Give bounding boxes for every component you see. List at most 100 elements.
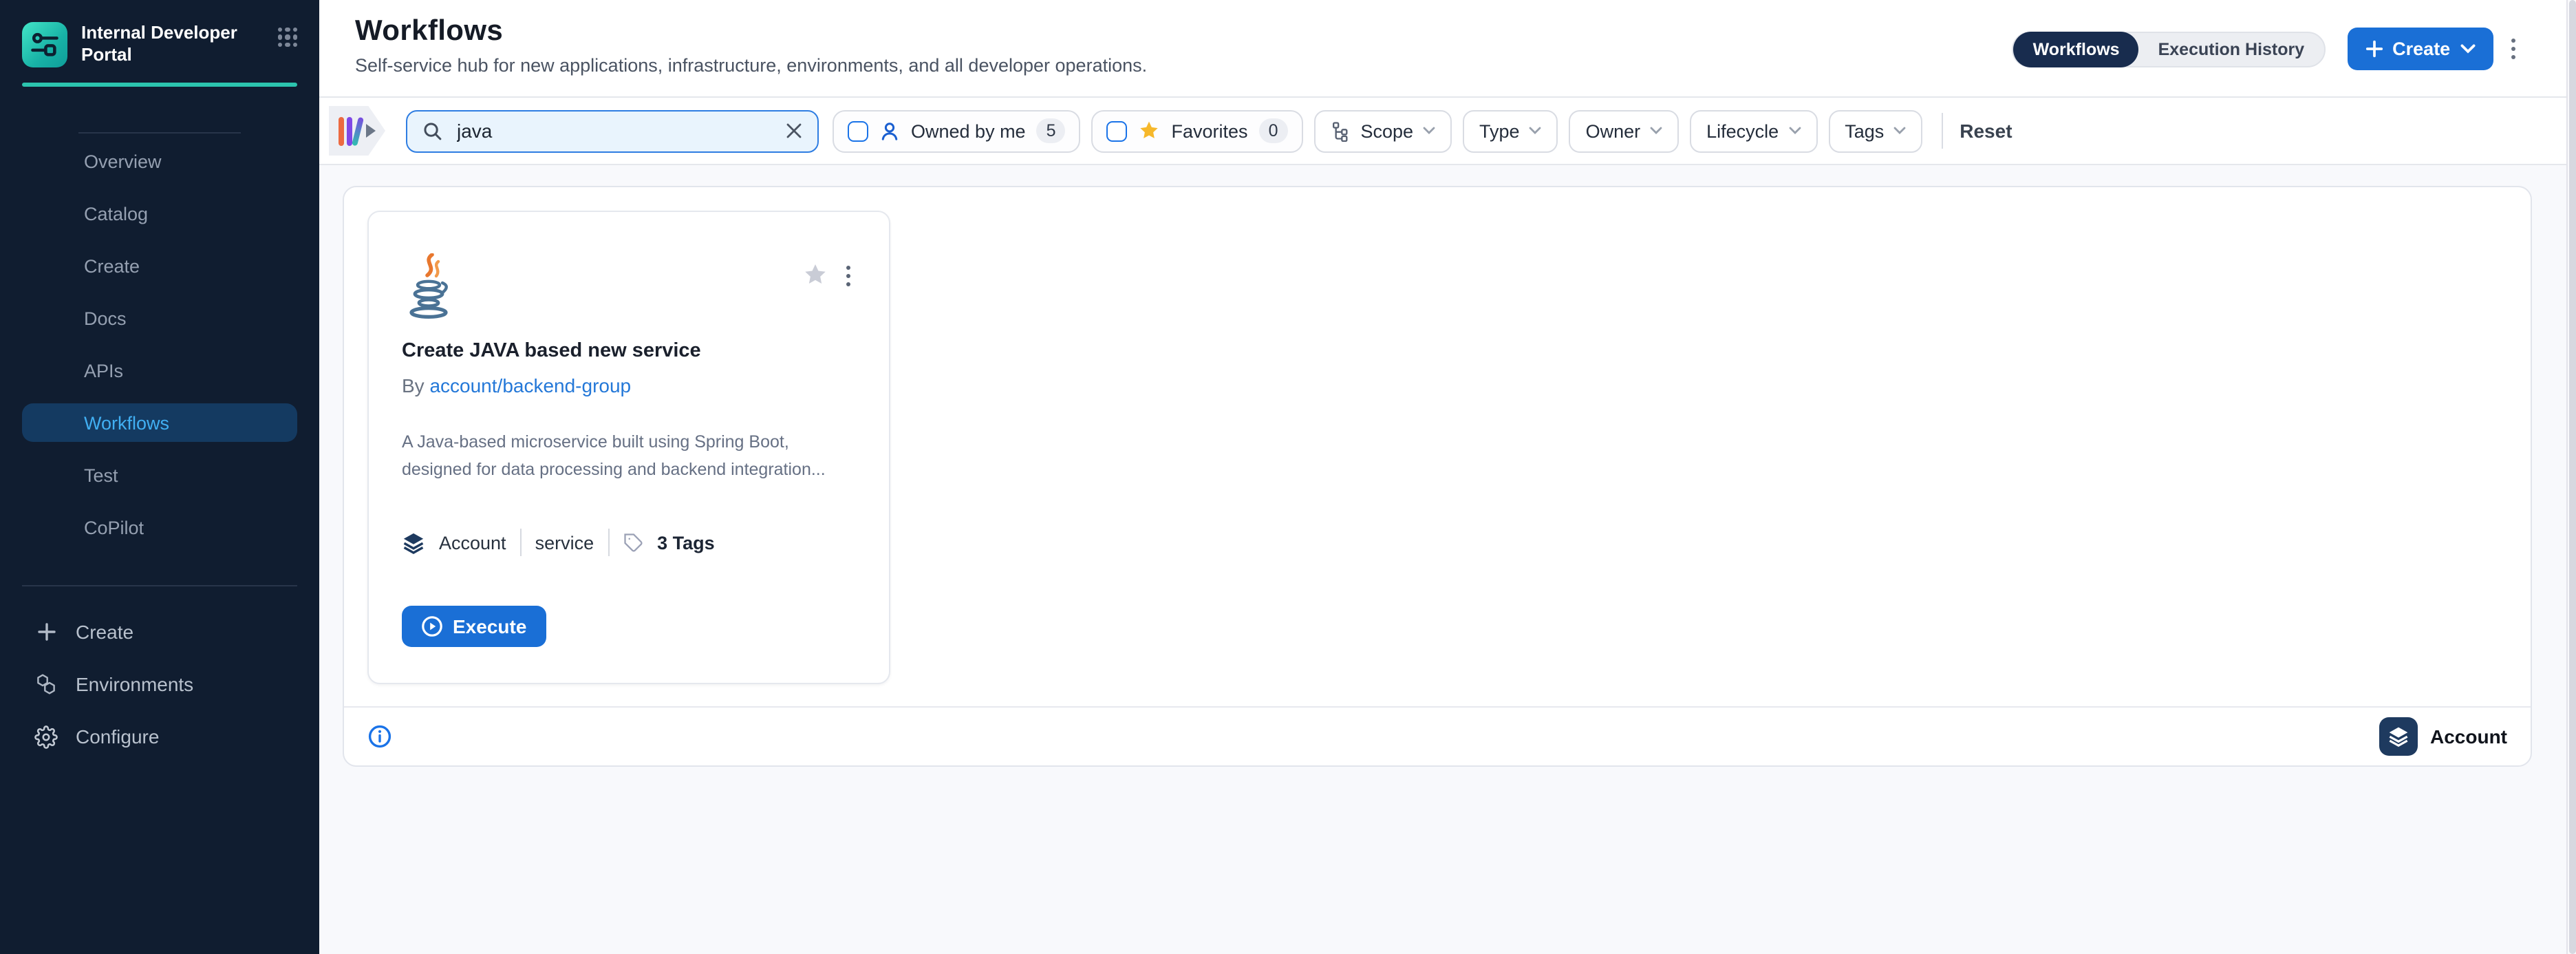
chevron-down-icon	[1423, 127, 1435, 135]
filter-type-dropdown[interactable]: Type	[1463, 109, 1558, 152]
card-title: Create JAVA based new service	[402, 340, 856, 362]
sidebar: Internal Developer Portal Overview Catal…	[0, 0, 319, 954]
panel-collapse-toggle[interactable]	[329, 106, 385, 156]
footer-item-label: Environments	[76, 673, 193, 695]
sidebar-item-test[interactable]: Test	[22, 456, 297, 494]
sidebar-nav: Overview Catalog Create Docs APIs Workfl…	[22, 142, 297, 547]
brand-bar-orange	[339, 116, 343, 145]
header-controls: Workflows Execution History Create	[2012, 28, 2521, 70]
filter-favorites[interactable]: Favorites 0	[1092, 109, 1303, 152]
java-logo-icon	[406, 253, 453, 322]
search-input[interactable]	[454, 118, 775, 143]
execute-button[interactable]: Execute	[402, 606, 546, 647]
main-area: Workflows Self-service hub for new appli…	[319, 0, 2576, 954]
favorites-label: Favorites	[1172, 120, 1248, 141]
favorites-checkbox[interactable]	[1107, 120, 1128, 141]
sidebar-item-create[interactable]: Create	[22, 246, 297, 285]
favorite-star-icon[interactable]	[802, 262, 828, 288]
chevron-down-icon	[1530, 127, 1542, 135]
sidebar-footer-configure[interactable]: Configure	[0, 710, 319, 763]
filter-owner-dropdown[interactable]: Owner	[1569, 109, 1679, 152]
lifecycle-label: Lifecycle	[1706, 120, 1779, 141]
filter-divider	[1942, 113, 1943, 149]
header-kebab-menu[interactable]	[2505, 33, 2521, 65]
card-byline: By account/backend-group	[402, 374, 856, 396]
sidebar-item-catalog[interactable]: Catalog	[22, 194, 297, 233]
portal-title: Internal Developer Portal	[81, 22, 246, 66]
tab-execution-history[interactable]: Execution History	[2139, 31, 2324, 67]
view-toggle: Workflows Execution History	[2012, 31, 2326, 67]
account-scope-badge: Account	[2379, 717, 2507, 756]
tab-workflows[interactable]: Workflows	[2014, 31, 2139, 67]
layers-icon	[402, 531, 425, 554]
footer-item-label: Create	[76, 621, 133, 643]
vertical-scrollbar[interactable]	[2566, 0, 2576, 954]
sidebar-item-overview[interactable]: Overview	[22, 142, 297, 180]
card-scope: Account	[439, 532, 506, 553]
gear-icon	[34, 725, 58, 748]
content-area: Create JAVA based new service By account…	[319, 165, 2576, 954]
scope-label: Scope	[1360, 120, 1413, 141]
reset-filters-button[interactable]: Reset	[1960, 120, 2012, 142]
meta-divider	[520, 529, 522, 556]
sidebar-accent-bar	[22, 83, 297, 87]
create-button-label: Create	[2392, 39, 2450, 59]
create-button[interactable]: Create	[2347, 28, 2493, 70]
chevron-down-icon	[1893, 127, 1906, 135]
card-kebab-menu[interactable]	[842, 262, 855, 290]
filter-bar: Owned by me 5 Favorites 0 Scope	[319, 98, 2576, 165]
panel-footer: Account	[344, 706, 2531, 765]
owned-by-me-checkbox[interactable]	[848, 120, 868, 141]
hexagons-icon	[34, 672, 58, 696]
execute-button-label: Execute	[453, 615, 526, 637]
owned-by-me-label: Owned by me	[911, 120, 1026, 141]
sidebar-item-apis[interactable]: APIs	[22, 351, 297, 390]
sidebar-footer-divider	[22, 585, 297, 586]
sidebar-footer-environments[interactable]: Environments	[0, 658, 319, 710]
chevron-down-icon	[2460, 44, 2475, 54]
page-header: Workflows Self-service hub for new appli…	[319, 0, 2576, 98]
sidebar-footer-create[interactable]: Create	[0, 606, 319, 658]
filter-scope-dropdown[interactable]: Scope	[1313, 109, 1452, 152]
owner-group-link[interactable]: account/backend-group	[429, 374, 631, 396]
plus-icon	[2365, 40, 2383, 58]
expand-arrow-icon	[366, 124, 376, 138]
chevron-down-icon	[1788, 127, 1801, 135]
filter-lifecycle-dropdown[interactable]: Lifecycle	[1690, 109, 1817, 152]
clear-search-icon[interactable]	[786, 123, 802, 139]
brand-bar-gradient	[352, 116, 364, 145]
workflow-logo-icon	[30, 30, 59, 59]
card-meta-row: Account service 3 Tags	[402, 529, 856, 556]
scrollbar-thumb[interactable]	[2569, 0, 2576, 954]
sidebar-item-docs[interactable]: Docs	[22, 299, 297, 337]
chevron-down-icon	[1650, 127, 1662, 135]
play-circle-icon	[421, 615, 443, 637]
app-window: Internal Developer Portal Overview Catal…	[0, 0, 2576, 954]
footer-item-label: Configure	[76, 725, 159, 748]
sidebar-footer-nav: Create Environments Conf	[0, 606, 319, 763]
hierarchy-icon	[1330, 120, 1351, 141]
workflow-card[interactable]: Create JAVA based new service By account…	[367, 211, 890, 684]
apps-grid-icon[interactable]	[278, 28, 300, 50]
type-label: Type	[1479, 120, 1520, 141]
sidebar-logo-row: Internal Developer Portal	[0, 0, 319, 67]
workflows-panel: Create JAVA based new service By account…	[343, 186, 2532, 767]
filter-tags-dropdown[interactable]: Tags	[1828, 109, 1922, 152]
card-type: service	[535, 532, 594, 553]
star-icon	[1139, 120, 1161, 142]
person-icon	[879, 120, 900, 141]
sidebar-item-workflows[interactable]: Workflows	[22, 403, 297, 442]
meta-divider	[608, 529, 609, 556]
plus-icon	[34, 620, 58, 644]
sidebar-item-copilot[interactable]: CoPilot	[22, 508, 297, 547]
filter-owned-by-me[interactable]: Owned by me 5	[833, 109, 1081, 152]
account-badge-label: Account	[2430, 725, 2507, 748]
account-layers-icon	[2379, 717, 2418, 756]
card-description: A Java-based microservice built using Sp…	[402, 428, 861, 483]
tags-label: Tags	[1845, 120, 1884, 141]
tag-icon	[623, 532, 643, 553]
by-prefix: By	[402, 374, 425, 396]
owner-label: Owner	[1586, 120, 1641, 141]
brand-bar-purple	[347, 116, 352, 145]
info-icon[interactable]	[367, 724, 392, 749]
